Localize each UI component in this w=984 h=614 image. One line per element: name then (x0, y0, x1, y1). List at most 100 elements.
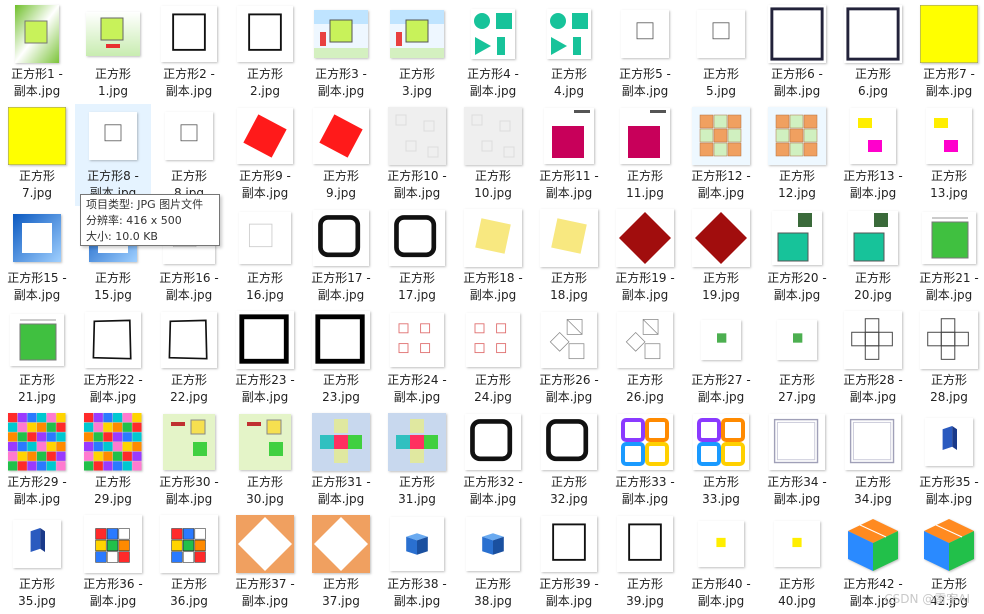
file-name-label: 正方形23 - 副本.jpg (235, 373, 295, 404)
file-item[interactable]: 正方形 18.jpg (531, 206, 607, 308)
file-item[interactable]: 正方形 3.jpg (379, 2, 455, 104)
file-item[interactable]: 正方形 38.jpg (455, 512, 531, 614)
file-item[interactable]: 正方形 22.jpg (151, 308, 227, 410)
file-item[interactable]: 正方形 33.jpg (683, 410, 759, 512)
file-item[interactable]: 正方形19 - 副本.jpg (607, 206, 683, 308)
file-item[interactable]: 正方形 17.jpg (379, 206, 455, 308)
file-name-label: 正方形 24.jpg (474, 373, 512, 404)
file-item[interactable]: 正方形4 - 副本.jpg (455, 2, 531, 104)
file-item[interactable]: 正方形37 - 副本.jpg (227, 512, 303, 614)
file-item[interactable]: 正方形 9.jpg (303, 104, 379, 206)
file-item[interactable]: 正方形38 - 副本.jpg (379, 512, 455, 614)
lime-square-blue-bg-thumb (311, 4, 371, 64)
file-item[interactable]: 正方形22 - 副本.jpg (75, 308, 151, 410)
file-name-label: 正方形3 - 副本.jpg (315, 67, 367, 98)
file-item[interactable]: 正方形 32.jpg (531, 410, 607, 512)
file-item[interactable]: 正方形36 - 副本.jpg (75, 512, 151, 614)
file-item[interactable]: 正方形 6.jpg (835, 2, 911, 104)
file-item[interactable]: 正方形 36.jpg (151, 512, 227, 614)
color-cross-thumb (387, 412, 447, 472)
file-item[interactable]: 正方形6 - 副本.jpg (759, 2, 835, 104)
pink-small-squares-thumb (463, 310, 523, 370)
file-item[interactable]: 正方形28 - 副本.jpg (835, 308, 911, 410)
file-item[interactable]: 正方形 5.jpg (683, 2, 759, 104)
file-item[interactable]: 正方形 23.jpg (303, 308, 379, 410)
file-name-label: 正方形24 - 副本.jpg (387, 373, 447, 404)
file-item[interactable]: 正方形10 - 副本.jpg (379, 104, 455, 206)
file-item[interactable]: 正方形30 - 副本.jpg (151, 410, 227, 512)
file-item[interactable]: 正方形24 - 副本.jpg (379, 308, 455, 410)
file-name-label: 正方形2 - 副本.jpg (163, 67, 215, 98)
file-item[interactable]: 正方形12 - 副本.jpg (683, 104, 759, 206)
file-item[interactable]: 正方形 10.jpg (455, 104, 531, 206)
file-name-label: 正方形 22.jpg (170, 373, 208, 404)
file-item[interactable]: 正方形9 - 副本.jpg (227, 104, 303, 206)
file-item[interactable]: 正方形13 - 副本.jpg (835, 104, 911, 206)
crimson-square-thumb (615, 106, 675, 166)
small-yellow-square-thumb (767, 514, 827, 574)
file-item[interactable]: 正方形 28.jpg (911, 308, 984, 410)
file-item[interactable]: 正方形17 - 副本.jpg (303, 206, 379, 308)
file-item[interactable]: 正方形26 - 副本.jpg (531, 308, 607, 410)
file-item[interactable]: 正方形3 - 副本.jpg (303, 2, 379, 104)
file-item[interactable]: 正方形5 - 副本.jpg (607, 2, 683, 104)
file-item[interactable]: 正方形 26.jpg (607, 308, 683, 410)
file-name-label: 正方形18 - 副本.jpg (463, 271, 523, 302)
file-item[interactable]: 正方形8 - 副本.jpg (75, 104, 151, 206)
file-item[interactable]: 正方形 16.jpg (227, 206, 303, 308)
file-item[interactable]: 正方形32 - 副本.jpg (455, 410, 531, 512)
file-item[interactable]: 正方形 39.jpg (607, 512, 683, 614)
file-item[interactable]: 正方形31 - 副本.jpg (303, 410, 379, 512)
file-item[interactable]: 正方形11 - 副本.jpg (531, 104, 607, 206)
file-item[interactable]: 正方形7 - 副本.jpg (911, 2, 984, 104)
file-item[interactable]: 正方形 13.jpg (911, 104, 984, 206)
file-name-label: 正方形 34.jpg (854, 475, 892, 506)
file-item[interactable]: 正方形33 - 副本.jpg (607, 410, 683, 512)
file-item[interactable]: 正方形29 - 副本.jpg (0, 410, 75, 512)
file-item[interactable]: 正方形21 - 副本.jpg (911, 206, 984, 308)
file-item[interactable]: 正方形20 - 副本.jpg (759, 206, 835, 308)
file-item[interactable]: 正方形35 - 副本.jpg (911, 410, 984, 512)
file-item[interactable]: 正方形27 - 副本.jpg (683, 308, 759, 410)
orange-diamond-frame-thumb (235, 514, 295, 574)
file-item[interactable]: 正方形1 - 副本.jpg (0, 2, 75, 104)
file-item[interactable]: 正方形 21.jpg (0, 308, 75, 410)
file-item[interactable]: 正方形 12.jpg (759, 104, 835, 206)
file-item[interactable]: 正方形 19.jpg (683, 206, 759, 308)
file-item[interactable]: 正方形 7.jpg (0, 104, 75, 206)
file-item[interactable]: 正方形 2.jpg (227, 2, 303, 104)
file-name-label: 正方形28 - 副本.jpg (843, 373, 903, 404)
file-item[interactable]: 正方形 20.jpg (835, 206, 911, 308)
file-item[interactable]: 正方形 24.jpg (455, 308, 531, 410)
file-item[interactable]: 正方形 4.jpg (531, 2, 607, 104)
file-item[interactable]: 正方形 11.jpg (607, 104, 683, 206)
pink-small-squares-thumb (387, 310, 447, 370)
teal-shapes-thumb (539, 4, 599, 64)
file-name-label: 正方形 30.jpg (246, 475, 284, 506)
file-name-label: 正方形13 - 副本.jpg (843, 169, 903, 200)
file-item[interactable]: 正方形2 - 副本.jpg (151, 2, 227, 104)
file-item[interactable]: 正方形 1.jpg (75, 2, 151, 104)
sketch-square-thumb (159, 310, 219, 370)
navy-outline-square-thumb (767, 4, 827, 64)
file-item[interactable]: 正方形 35.jpg (0, 512, 75, 614)
file-item[interactable]: 正方形 29.jpg (75, 410, 151, 512)
file-item[interactable]: 正方形40 - 副本.jpg (683, 512, 759, 614)
color-cube-thumb (919, 514, 979, 574)
file-item[interactable]: 正方形 8.jpg (151, 104, 227, 206)
file-item[interactable]: 正方形23 - 副本.jpg (227, 308, 303, 410)
file-name-label: 正方形38 - 副本.jpg (387, 577, 447, 608)
file-item[interactable]: 正方形 31.jpg (379, 410, 455, 512)
file-name-label: 正方形 5.jpg (702, 67, 739, 98)
file-item[interactable]: 正方形 40.jpg (759, 512, 835, 614)
file-item[interactable]: 正方形 30.jpg (227, 410, 303, 512)
file-item[interactable]: 正方形 27.jpg (759, 308, 835, 410)
teal-shapes-thumb (463, 4, 523, 64)
file-item[interactable]: 正方形 37.jpg (303, 512, 379, 614)
file-item[interactable]: 正方形15 - 副本.jpg (0, 206, 75, 308)
file-item[interactable]: 正方形34 - 副本.jpg (759, 410, 835, 512)
file-item[interactable]: 正方形39 - 副本.jpg (531, 512, 607, 614)
file-item[interactable]: 正方形18 - 副本.jpg (455, 206, 531, 308)
file-item[interactable]: 正方形 34.jpg (835, 410, 911, 512)
blue-cuboid-thumb (919, 412, 979, 472)
